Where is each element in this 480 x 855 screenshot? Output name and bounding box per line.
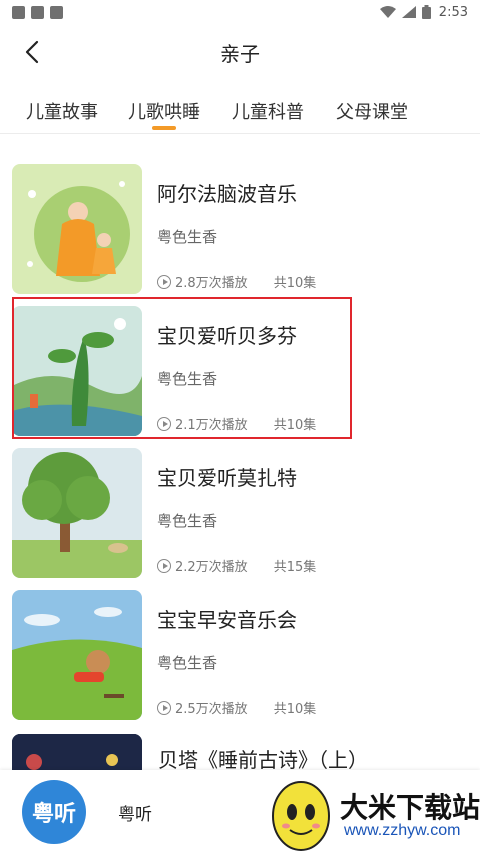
album-stats: 2.1万次播放 共10集 xyxy=(157,414,316,433)
egg-mascot-icon xyxy=(272,781,330,851)
album-card[interactable]: 阿尔法脑波音乐 粤色生香 2.8万次播放 共10集 xyxy=(12,160,352,296)
tab-lullabies[interactable]: 儿歌哄睡 xyxy=(128,88,200,134)
notification-icon xyxy=(50,5,63,19)
album-cover xyxy=(12,590,142,720)
album-title: 宝宝早安音乐会 xyxy=(157,608,297,632)
episode-count: 共15集 xyxy=(273,560,317,575)
album-title[interactable]: 贝塔《睡前古诗》（上） xyxy=(158,744,368,773)
category-tabs: 儿童故事 儿歌哄睡 儿童科普 父母课堂 xyxy=(0,88,480,134)
clock: 2:53 xyxy=(438,4,468,20)
album-author: 粤色生香 xyxy=(157,370,218,388)
album-stats: 2.2万次播放 共15集 xyxy=(157,556,316,575)
back-button[interactable] xyxy=(14,34,50,70)
play-count-icon xyxy=(157,558,171,573)
album-cover[interactable] xyxy=(12,734,142,774)
album-cover xyxy=(12,448,142,578)
play-count: 2.1万次播放 xyxy=(175,418,248,433)
app-name: 粤听 xyxy=(118,805,152,825)
wifi-icon xyxy=(379,6,396,18)
watermark-url: www.zzhyw.com xyxy=(344,822,461,839)
tab-children-stories[interactable]: 儿童故事 xyxy=(26,88,98,134)
battery-icon xyxy=(421,5,431,19)
episode-count: 共10集 xyxy=(273,418,317,433)
back-arrow-icon xyxy=(25,40,39,64)
album-author: 粤色生香 xyxy=(157,228,218,246)
bottom-player-bar: 粤听 粤听 大米下载站 www.zzhyw.com xyxy=(0,770,480,855)
album-cover xyxy=(12,164,142,294)
play-count: 2.2万次播放 xyxy=(175,560,248,575)
status-bar: 2:53 xyxy=(0,0,480,24)
signal-icon xyxy=(401,6,416,18)
play-count: 2.8万次播放 xyxy=(175,276,248,291)
notification-icon xyxy=(12,5,25,19)
notification-icon xyxy=(31,5,44,19)
album-author: 粤色生香 xyxy=(157,654,218,672)
nav-bar: 亲子 xyxy=(0,24,480,80)
play-count-icon xyxy=(157,274,171,289)
album-stats: 2.8万次播放 共10集 xyxy=(157,272,316,291)
active-tab-indicator xyxy=(152,126,176,130)
album-title: 阿尔法脑波音乐 xyxy=(157,182,297,206)
episode-count: 共10集 xyxy=(273,276,317,291)
album-title: 宝贝爱听贝多芬 xyxy=(157,324,297,348)
album-title: 宝贝爱听莫扎特 xyxy=(157,466,297,490)
album-author: 粤色生香 xyxy=(157,512,218,530)
album-cover xyxy=(12,306,142,436)
tab-children-science[interactable]: 儿童科普 xyxy=(232,88,304,134)
episode-count: 共10集 xyxy=(273,702,317,717)
watermark-title: 大米下载站 xyxy=(340,791,480,824)
album-stats: 2.5万次播放 共10集 xyxy=(157,698,316,717)
album-card[interactable]: 宝贝爱听贝多芬 粤色生香 2.1万次播放 共10集 xyxy=(12,302,352,438)
album-card[interactable]: 宝贝爱听莫扎特 粤色生香 2.2万次播放 共15集 xyxy=(12,444,352,580)
watermark: 大米下载站 www.zzhyw.com xyxy=(262,770,480,855)
play-count-icon xyxy=(157,700,171,715)
play-count: 2.5万次播放 xyxy=(175,702,248,717)
tab-parenting-class[interactable]: 父母课堂 xyxy=(336,88,408,134)
app-logo[interactable]: 粤听 xyxy=(22,780,86,844)
album-card[interactable]: 宝宝早安音乐会 粤色生香 2.5万次播放 共10集 xyxy=(12,586,352,722)
page-title: 亲子 xyxy=(220,41,260,66)
play-count-icon xyxy=(157,416,171,431)
